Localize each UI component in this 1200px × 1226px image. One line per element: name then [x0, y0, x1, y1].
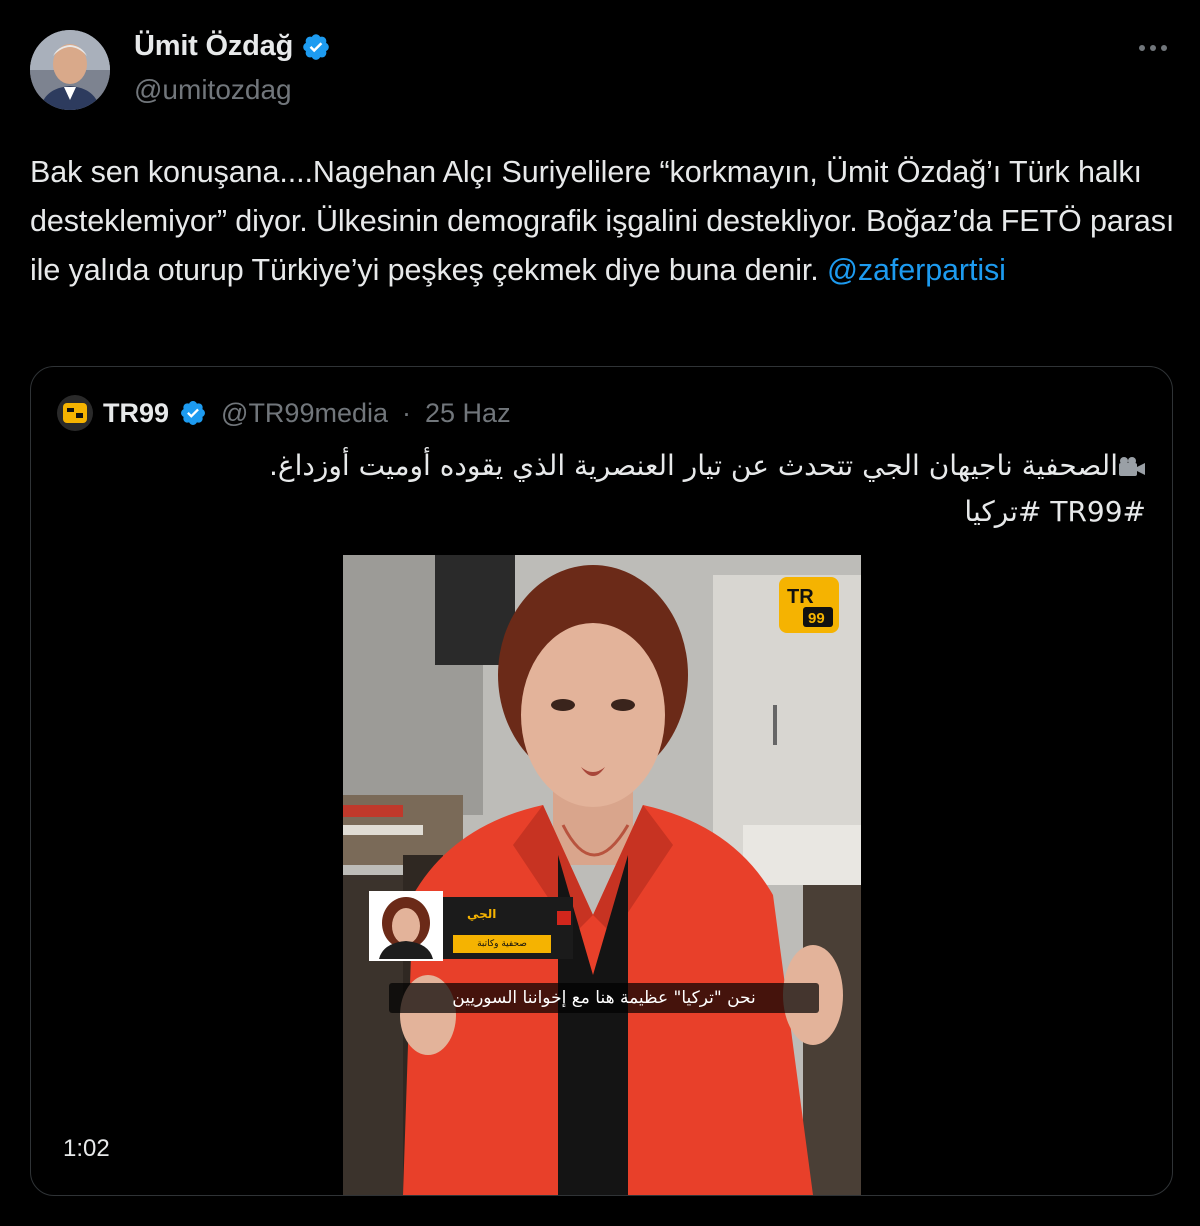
quote-avatar[interactable] — [57, 395, 93, 431]
tweet-text: Bak sen konuşana....Nagehan Alçı Suriyel… — [30, 148, 1180, 295]
lower-third-bar: الجي صحفية وكاتبة — [443, 897, 573, 959]
tr99-watermark-logo: TR 99 — [779, 577, 839, 633]
lower-third-photo — [369, 891, 443, 961]
quote-display-name[interactable]: TR99 — [103, 398, 169, 429]
quote-hashtags[interactable]: #TR99 #تركيا — [146, 489, 1146, 535]
quote-separator: · — [402, 397, 412, 428]
video-frame — [343, 555, 861, 1195]
avatar[interactable] — [30, 30, 110, 110]
author-handle[interactable]: @umitozdag — [134, 74, 292, 106]
tweet-card[interactable]: Ümit Özdağ @umitozdag Bak sen konuşana..… — [0, 0, 1200, 1226]
lower-third-caption: الجي صحفية وكاتبة — [369, 891, 573, 961]
badge-sub: 99 — [808, 610, 825, 627]
quote-text: الصحفية ناجيهان الجي تتحدث عن تيار العنص… — [146, 443, 1146, 535]
video-subtitle: نحن "تركيا" عظيمة هنا مع إخواننا السوريي… — [389, 983, 819, 1013]
mention-link[interactable]: @zaferpartisi — [827, 253, 1006, 287]
verified-badge-icon — [303, 33, 329, 60]
tr99-logo-icon — [63, 403, 87, 423]
lower-third-name: الجي — [467, 907, 497, 921]
quote-text-arabic: الصحفية ناجيهان الجي تتحدث عن تيار العنص… — [269, 449, 1118, 482]
quote-verified-badge-icon — [181, 401, 205, 425]
avatar-photo — [30, 30, 110, 110]
quote-text-line-1: الصحفية ناجيهان الجي تتحدث عن تيار العنص… — [146, 443, 1146, 489]
lower-third-role: صحفية وكاتبة — [453, 935, 551, 953]
video-player[interactable]: TR 99 الجي صحفية وكاتبة نحن "تركيا" عظيم… — [343, 555, 861, 1195]
lower-third-accent — [557, 911, 571, 925]
quoted-tweet[interactable]: TR99 @TR99media · 25 Haz الصحفية ناجيهان… — [30, 366, 1173, 1196]
badge-text: TR — [787, 586, 814, 608]
author-display-name[interactable]: Ümit Özdağ — [134, 30, 293, 63]
more-options-icon[interactable] — [1136, 38, 1170, 58]
quote-date[interactable]: 25 Haz — [425, 398, 511, 429]
quote-handle[interactable]: @TR99media — [221, 398, 388, 429]
video-duration: 1:02 — [63, 1135, 110, 1162]
film-camera-icon — [1119, 457, 1145, 476]
